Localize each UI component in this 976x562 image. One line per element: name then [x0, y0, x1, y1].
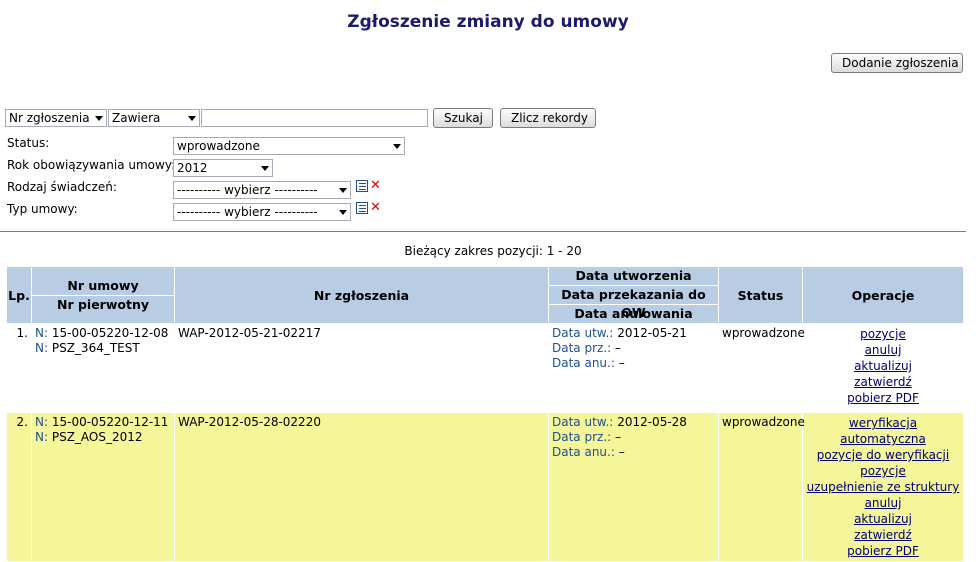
- range-info: Bieżący zakres pozycji: 1 - 20: [404, 244, 582, 258]
- benefit-type-select[interactable]: ---------- wybierz ----------: [173, 181, 351, 199]
- op-link-download-pdf[interactable]: pobierz PDF: [806, 390, 960, 406]
- search-field-value: Nr zgłoszenia: [9, 111, 90, 125]
- contract-no: 15-00-05220-12-08: [51, 326, 169, 340]
- chevron-down-icon: [95, 116, 103, 121]
- cancelled-date: –: [618, 356, 625, 370]
- divider: [0, 231, 966, 232]
- search-field-select[interactable]: Nr zgłoszenia: [5, 109, 107, 127]
- table-row: 1. N: 15-00-05220-12-08 N: PSZ_364_TEST …: [6, 323, 964, 413]
- op-link-approve[interactable]: zatwierdź: [806, 527, 960, 543]
- op-link-fill-from-structure[interactable]: uzupełnienie ze struktury: [806, 479, 960, 495]
- chevron-down-icon: [339, 210, 347, 215]
- header-created[interactable]: Data utworzenia: [549, 267, 718, 286]
- cell-key: N:: [35, 430, 49, 444]
- op-link-cancel[interactable]: anuluj: [806, 342, 960, 358]
- cell-key: Data anu.:: [552, 445, 615, 459]
- header-contract: Nr umowy Nr pierwotny: [31, 266, 175, 324]
- count-records-button[interactable]: Zlicz rekordy: [500, 108, 596, 128]
- op-link-positions[interactable]: pozycje: [806, 463, 960, 479]
- header-original-no[interactable]: Nr pierwotny: [32, 296, 174, 314]
- list-picker-icon[interactable]: [356, 202, 368, 214]
- contract-type-select[interactable]: ---------- wybierz ----------: [173, 203, 351, 221]
- transferred-date: –: [615, 341, 622, 355]
- cell-key: Data prz.:: [552, 341, 612, 355]
- header-dates: Data utworzenia Data przekazania do OW D…: [548, 266, 719, 324]
- op-link-update[interactable]: aktualizuj: [806, 358, 960, 374]
- row-lp: 2.: [6, 412, 32, 562]
- header-lp: Lp.: [6, 266, 32, 324]
- original-no: PSZ_364_TEST: [51, 341, 140, 355]
- cell-key: Data anu.:: [552, 356, 615, 370]
- clear-icon[interactable]: ✕: [370, 201, 381, 214]
- chevron-down-icon: [188, 116, 196, 121]
- benefit-type-label: Rodzaj świadczeń:: [7, 180, 117, 194]
- header-cancelled[interactable]: Data anulowania: [549, 305, 718, 323]
- row-operations: pozycje anuluj aktualizuj zatwierdź pobi…: [802, 323, 964, 413]
- list-picker-icon[interactable]: [356, 180, 368, 192]
- op-link-approve[interactable]: zatwierdź: [806, 374, 960, 390]
- chevron-down-icon: [261, 166, 269, 171]
- page-title: Zgłoszenie zmiany do umowy: [347, 12, 629, 32]
- header-status[interactable]: Status: [718, 266, 803, 324]
- row-status: wprowadzone: [718, 323, 805, 413]
- op-link-cancel[interactable]: anuluj: [806, 495, 960, 511]
- row-contract-cell: N: 15-00-05220-12-11 N: PSZ_AOS_2012: [31, 412, 175, 562]
- op-link-auto-verify[interactable]: weryfikacja automatyczna: [806, 415, 960, 447]
- cell-key: N:: [35, 341, 49, 355]
- chevron-down-icon: [393, 144, 401, 149]
- cell-key: N:: [35, 326, 49, 340]
- add-report-button[interactable]: Dodanie zgłoszenia: [831, 53, 963, 73]
- table-row: 2. N: 15-00-05220-12-11 N: PSZ_AOS_2012 …: [6, 412, 964, 562]
- original-no: PSZ_AOS_2012: [51, 430, 143, 444]
- row-status: wprowadzone: [718, 412, 805, 562]
- created-date: 2012-05-21: [617, 326, 687, 340]
- row-operations: weryfikacja automatyczna pozycje do wery…: [802, 412, 964, 562]
- search-mode-select[interactable]: Zawiera: [108, 109, 200, 127]
- contract-no: 15-00-05220-12-11: [51, 415, 169, 429]
- cell-key: Data utw.:: [552, 415, 614, 429]
- row-contract-cell: N: 15-00-05220-12-08 N: PSZ_364_TEST: [31, 323, 175, 413]
- search-mode-value: Zawiera: [112, 111, 161, 125]
- row-dates-cell: Data utw.: 2012-05-28 Data prz.: – Data …: [548, 412, 719, 562]
- op-link-positions-to-verify[interactable]: pozycje do weryfikacji: [806, 447, 960, 463]
- clear-icon[interactable]: ✕: [370, 179, 381, 192]
- cell-key: Data utw.:: [552, 326, 614, 340]
- report-no: WAP-2012-05-28-02220: [174, 412, 549, 562]
- benefit-type-value: ---------- wybierz ----------: [177, 183, 318, 197]
- results-table: Lp. Nr umowy Nr pierwotny Nr zgłoszenia …: [6, 266, 964, 562]
- header-transferred[interactable]: Data przekazania do OW: [549, 286, 718, 320]
- created-date: 2012-05-28: [617, 415, 687, 429]
- transferred-date: –: [615, 430, 622, 444]
- op-link-positions[interactable]: pozycje: [806, 326, 960, 342]
- header-report-no[interactable]: Nr zgłoszenia: [174, 266, 549, 324]
- search-input[interactable]: [201, 109, 428, 127]
- op-link-download-pdf[interactable]: pobierz PDF: [806, 543, 960, 559]
- year-label: Rok obowiązywania umowy:: [7, 158, 176, 172]
- header-contract-no[interactable]: Nr umowy: [32, 277, 174, 296]
- status-select-value: wprowadzone: [177, 139, 260, 153]
- op-link-update[interactable]: aktualizuj: [806, 511, 960, 527]
- contract-type-value: ---------- wybierz ----------: [177, 205, 318, 219]
- cancelled-date: –: [618, 445, 625, 459]
- status-label: Status:: [7, 136, 50, 150]
- cell-key: Data prz.:: [552, 430, 612, 444]
- cell-key: N:: [35, 415, 49, 429]
- header-operations: Operacje: [802, 266, 964, 324]
- year-select-value: 2012: [177, 161, 208, 175]
- row-lp: 1.: [6, 323, 32, 413]
- chevron-down-icon: [339, 188, 347, 193]
- row-dates-cell: Data utw.: 2012-05-21 Data prz.: – Data …: [548, 323, 719, 413]
- contract-type-label: Typ umowy:: [7, 202, 78, 216]
- year-select[interactable]: 2012: [173, 159, 273, 177]
- status-select[interactable]: wprowadzone: [173, 137, 405, 155]
- search-button[interactable]: Szukaj: [433, 108, 493, 128]
- report-no: WAP-2012-05-21-02217: [174, 323, 549, 413]
